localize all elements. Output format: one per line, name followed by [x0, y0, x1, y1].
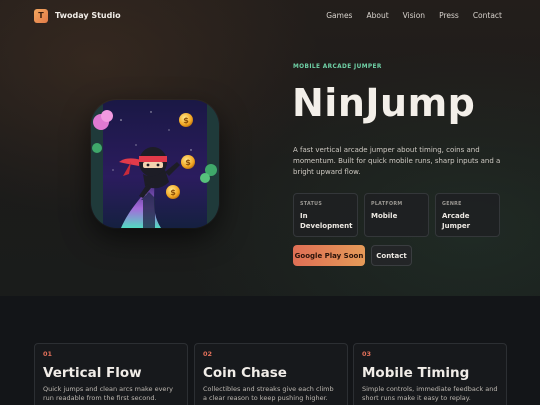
stat-platform: PLATFORM Mobile — [364, 193, 429, 237]
nav-link-vision[interactable]: Vision — [403, 11, 425, 20]
stat-label: GENRE — [442, 202, 462, 207]
feature-title: Coin Chase — [203, 365, 287, 381]
hero-eyebrow: MOBILE ARCADE JUMPER — [293, 64, 382, 70]
stat-label: PLATFORM — [371, 202, 403, 207]
brand[interactable]: T Twoday Studio — [34, 8, 121, 23]
contact-button[interactable]: Contact — [371, 245, 412, 266]
game-title: NinJump — [292, 81, 476, 125]
feature-title: Mobile Timing — [362, 365, 470, 381]
stat-genre: GENRE Arcade Jumper — [435, 193, 500, 237]
ninja-artwork: $ $ $ — [91, 100, 219, 228]
feature-text: Simple controls, immediate feedback and … — [362, 385, 498, 402]
feature-card: 01 Vertical Flow Quick jumps and clean a… — [34, 343, 188, 405]
stat-status: STATUS In Development — [293, 193, 358, 237]
hero-section: T Twoday Studio Games About Vision Press… — [0, 0, 540, 296]
feature-text: Quick jumps and clean arcs make every ru… — [43, 385, 173, 402]
brand-name: Twoday Studio — [55, 11, 121, 20]
stat-value: Arcade Jumper — [442, 212, 471, 230]
nav-link-games[interactable]: Games — [326, 11, 352, 20]
game-stats: STATUS In Development PLATFORM Mobile GE… — [293, 193, 500, 237]
nav-links: Games About Vision Press Contact — [326, 11, 502, 20]
nav-link-contact[interactable]: Contact — [473, 11, 502, 20]
google-play-button[interactable]: Google Play Soon — [293, 245, 365, 266]
top-nav: T Twoday Studio Games About Vision Press… — [0, 0, 540, 31]
svg-text:$: $ — [185, 158, 191, 167]
stat-value: In Development — [300, 212, 353, 230]
stat-value: Mobile — [371, 212, 398, 220]
stat-label: STATUS — [300, 202, 323, 207]
feature-text: Collectibles and streaks give each climb… — [203, 385, 334, 402]
feature-number: 02 — [203, 350, 213, 358]
svg-text:$: $ — [183, 116, 189, 125]
feature-card: 03 Mobile Timing Simple controls, immedi… — [353, 343, 507, 405]
hero-actions: Google Play Soon Contact — [293, 245, 412, 266]
features-section: 01 Vertical Flow Quick jumps and clean a… — [0, 296, 540, 405]
game-app-icon: $ $ $ — [91, 100, 219, 228]
feature-title: Vertical Flow — [43, 365, 142, 381]
feature-number: 01 — [43, 350, 53, 358]
svg-text:$: $ — [170, 188, 176, 197]
studio-logo: T — [34, 8, 48, 23]
game-description: A fast vertical arcade jumper about timi… — [293, 146, 501, 176]
nav-link-about[interactable]: About — [366, 11, 388, 20]
feature-card: 02 Coin Chase Collectibles and streaks g… — [194, 343, 348, 405]
nav-link-press[interactable]: Press — [439, 11, 459, 20]
feature-number: 03 — [362, 350, 372, 358]
